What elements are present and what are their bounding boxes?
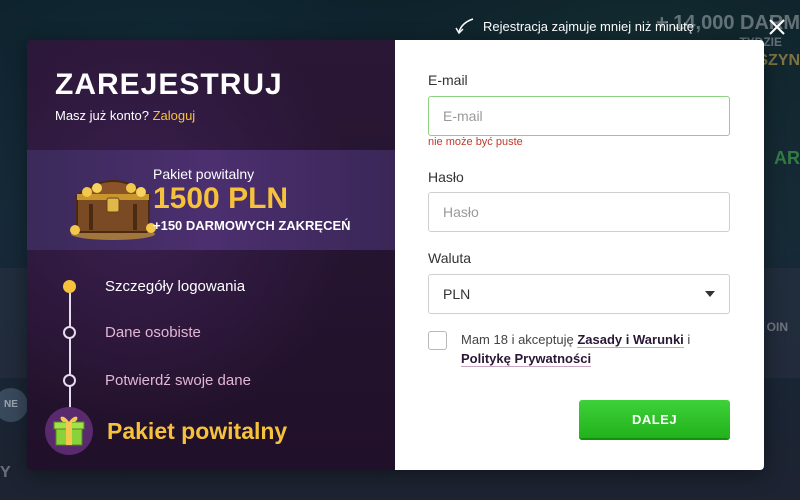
bonus-package-label: Pakiet powitalny [153,166,255,182]
treasure-chest-icon [70,180,156,240]
top-hint: Rejestracja zajmuje mniej niż minutę [455,17,694,35]
password-field[interactable] [428,192,730,232]
curved-arrow-icon [455,18,474,35]
currency-label: Waluta [428,250,472,266]
gift-icon [45,407,93,455]
terms-text: Mam 18 i akceptuję Zasady i Warunki i Po… [461,330,731,368]
chevron-down-icon [705,291,715,297]
registration-form: E-mail nie może być puste Hasło Waluta P… [395,40,764,470]
close-icon[interactable] [766,16,788,38]
step-dot [63,374,76,387]
next-button[interactable]: DALEJ [579,400,730,438]
login-prompt: Masz już konto? Zaloguj [55,108,195,123]
email-label: E-mail [428,72,468,88]
bonus-spins: +150 DARMOWYCH ZAKRĘCEŃ [153,218,351,233]
email-error: nie może być puste [428,136,523,148]
bonus-text: Pakiet powitalny 1500 PLN +150 DARMOWYCH… [153,166,351,233]
step-label: Szczegóły logowania [105,278,246,295]
terms-prefix: Mam 18 i akceptuję [461,332,574,347]
registration-info-panel: ZAREJESTRUJ Masz już konto? Zaloguj Paki… [27,40,395,470]
login-link[interactable]: Zaloguj [153,108,196,123]
step-label: Potwierdź swoje dane [105,372,251,389]
terms-and: i [687,332,691,347]
login-prompt-text: Masz już konto? [55,108,149,123]
background-bottom-text: Y [0,464,11,481]
currency-select[interactable]: PLN [428,274,730,314]
background-promo-line: AR [774,148,800,168]
background-text: OIN [766,320,788,334]
step-dot-active [63,280,76,293]
step-login-details: Szczegóły logowania [63,278,245,295]
email-field[interactable] [428,96,730,136]
step-label: Dane osobiste [105,324,201,341]
bonus-amount: 1500 PLN [153,182,289,215]
modal-title: ZAREJESTRUJ [55,68,283,101]
step-personal-data: Dane osobiste [63,324,201,341]
top-hint-text: Rejestracja zajmuje mniej niż minutę [483,18,694,34]
terms-link[interactable]: Zasady i Warunki [577,332,684,348]
welcome-package-label: Pakiet powitalny [107,417,288,444]
privacy-policy-link[interactable]: Politykę Prywatności [461,351,592,367]
currency-value: PLN [443,286,471,302]
welcome-package-row: Pakiet powitalny [45,407,287,455]
registration-modal: ZAREJESTRUJ Masz już konto? Zaloguj Paki… [27,40,764,470]
background-badge: NE [0,388,28,422]
step-confirm-data: Potwierdź swoje dane [63,372,251,389]
terms-checkbox[interactable] [428,331,447,350]
step-dot [63,326,76,339]
welcome-bonus-banner: Pakiet powitalny 1500 PLN +150 DARMOWYCH… [27,150,395,250]
password-label: Hasło [428,169,464,185]
